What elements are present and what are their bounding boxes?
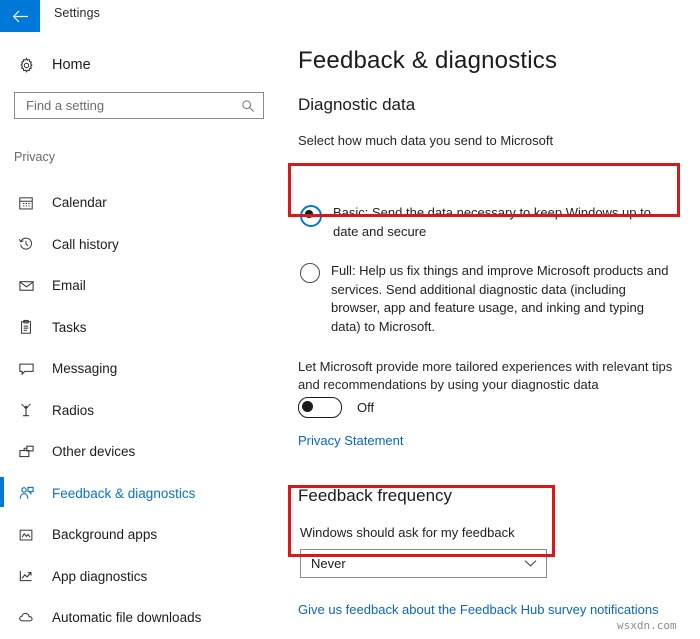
envelope-icon <box>6 277 46 294</box>
sidebar-home-label: Home <box>52 57 91 73</box>
tailored-experiences-toggle[interactable] <box>298 397 342 418</box>
sidebar-item-app-diagnostics[interactable]: App diagnostics <box>0 556 287 598</box>
sidebar-item-label: Calendar <box>52 195 107 211</box>
toggle-state-label: Off <box>357 400 375 415</box>
tailored-experiences-toggle-row[interactable]: Off <box>298 397 374 418</box>
selection-accent-bar <box>0 269 4 299</box>
radio-option-full[interactable]: Full: Help us fix things and improve Mic… <box>300 262 672 336</box>
sidebar-item-other-devices[interactable]: Other devices <box>0 431 287 473</box>
sidebar-item-label: Messaging <box>52 361 118 377</box>
radio-option-basic[interactable]: Basic: Send the data necessary to keep W… <box>300 204 672 241</box>
feedback-hub-survey-link[interactable]: Give us feedback about the Feedback Hub … <box>298 602 659 617</box>
sidebar-item-label: Email <box>52 278 86 294</box>
feedback-person-icon <box>6 485 46 502</box>
sidebar-item-calendar[interactable]: Calendar <box>0 182 287 224</box>
main-content: Feedback & diagnostics Diagnostic data S… <box>287 32 700 639</box>
chevron-down-icon[interactable] <box>524 559 537 568</box>
sidebar-item-messaging[interactable]: Messaging <box>0 348 287 390</box>
title-bar: Settings <box>0 0 700 32</box>
sidebar-item-email[interactable]: Email <box>0 265 287 307</box>
search-input[interactable] <box>24 93 228 118</box>
antenna-icon <box>6 402 46 418</box>
app-diagnostics-icon <box>6 568 46 584</box>
sidebar-item-label: Other devices <box>52 444 136 460</box>
tailored-experiences-description: Let Microsoft provide more tailored expe… <box>298 359 673 392</box>
background-apps-icon <box>6 527 46 543</box>
sidebar-nav-list: Calendar Call history Email Tasks Messag… <box>0 182 287 639</box>
radio-indicator-full[interactable] <box>300 263 320 283</box>
selection-accent-bar <box>0 476 4 507</box>
selection-accent-bar <box>0 228 4 258</box>
sidebar-group-title: Privacy <box>14 150 55 164</box>
selection-accent-bar <box>0 352 4 382</box>
radio-label-basic: Basic: Send the data necessary to keep W… <box>333 205 651 239</box>
sidebar-item-home[interactable]: Home <box>0 50 287 80</box>
selection-accent-bar <box>0 435 4 465</box>
selection-accent-bar <box>0 601 4 631</box>
window-title: Settings <box>54 6 100 20</box>
feedback-frequency-selected-value: Never <box>311 556 346 571</box>
sidebar-item-feedback-diagnostics[interactable]: Feedback & diagnostics <box>0 473 287 515</box>
sidebar-item-label: Automatic file downloads <box>52 610 202 626</box>
selection-accent-bar <box>0 518 4 548</box>
selection-accent-bar <box>0 186 4 216</box>
selection-accent-bar <box>0 311 4 341</box>
section-title-feedback-frequency: Feedback frequency <box>298 486 453 505</box>
sidebar-item-label: Call history <box>52 236 119 252</box>
feedback-frequency-label: Windows should ask for my feedback <box>300 525 515 540</box>
sidebar-item-tasks[interactable]: Tasks <box>0 307 287 349</box>
section-title-diagnostic-data: Diagnostic data <box>298 95 416 114</box>
selection-accent-bar <box>0 394 4 424</box>
sidebar-item-label: Feedback & diagnostics <box>52 485 196 501</box>
sidebar-item-automatic-file-downloads[interactable]: Automatic file downloads <box>0 597 287 639</box>
sidebar-item-background-apps[interactable]: Background apps <box>0 514 287 556</box>
radio-label-full: Full: Help us fix things and improve Mic… <box>331 263 669 334</box>
sidebar-item-label: Tasks <box>52 319 87 335</box>
sidebar-item-call-history[interactable]: Call history <box>0 224 287 266</box>
devices-icon <box>6 443 46 460</box>
sidebar-item-label: App diagnostics <box>52 568 148 584</box>
search-icon[interactable] <box>241 99 255 113</box>
back-button[interactable] <box>0 0 40 32</box>
calendar-icon <box>6 195 46 211</box>
settings-window: Settings Home Pr <box>0 0 700 639</box>
feedback-frequency-dropdown[interactable]: Never <box>300 549 547 578</box>
privacy-statement-link[interactable]: Privacy Statement <box>298 433 404 448</box>
diagnostic-data-description: Select how much data you send to Microso… <box>298 133 554 148</box>
sidebar-item-label: Radios <box>52 402 95 418</box>
page-title: Feedback & diagnostics <box>298 47 558 74</box>
clock-history-icon <box>6 236 46 252</box>
sidebar-item-label: Background apps <box>52 527 158 543</box>
toggle-knob <box>302 401 313 412</box>
watermark: wsxdn.com <box>617 619 677 632</box>
gear-icon <box>6 56 46 74</box>
search-box[interactable] <box>14 92 264 119</box>
back-arrow-icon <box>12 10 28 22</box>
selection-accent-bar <box>0 560 4 590</box>
cloud-icon <box>6 609 46 626</box>
sidebar-item-radios[interactable]: Radios <box>0 390 287 432</box>
radio-indicator-basic[interactable] <box>300 205 322 227</box>
clipboard-icon <box>6 319 46 335</box>
sidebar: Home Privacy <box>0 32 287 639</box>
speech-bubble-icon <box>6 360 46 377</box>
